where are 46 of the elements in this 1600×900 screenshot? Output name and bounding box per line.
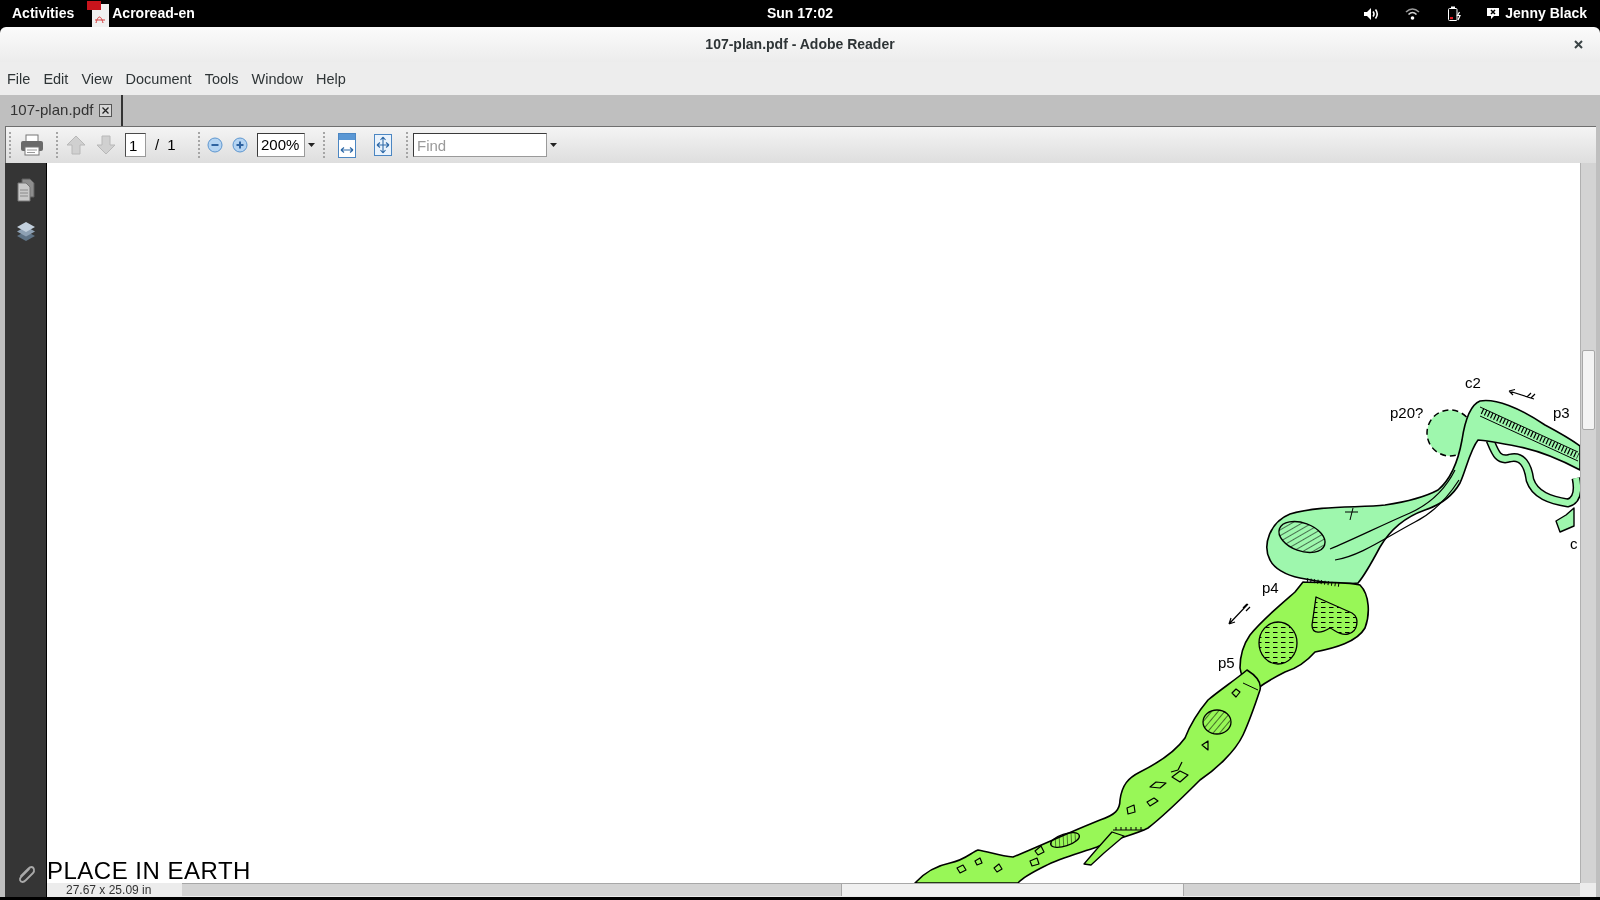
menu-item[interactable]: Help	[316, 68, 346, 89]
close-icon[interactable]	[99, 104, 113, 117]
scrollbar-thumb[interactable]	[1582, 350, 1595, 430]
volume-icon[interactable]	[1364, 7, 1381, 20]
pages-icon[interactable]	[16, 178, 35, 202]
activities-button[interactable]: Activities	[12, 3, 75, 24]
close-icon[interactable]	[1574, 40, 1583, 49]
map-label: c2	[1465, 374, 1481, 391]
arrow-icon	[1228, 603, 1251, 625]
find-field[interactable]: Find	[413, 133, 547, 157]
map-label: p20?	[1390, 404, 1424, 421]
app-name[interactable]: Acroread-en	[112, 3, 195, 24]
fit-page-icon[interactable]	[374, 134, 392, 156]
layers-icon[interactable]	[15, 221, 36, 243]
clock[interactable]: Sun 17:02	[766, 3, 834, 24]
map-label: p3	[1553, 404, 1570, 421]
menu-item[interactable]: Document	[125, 68, 192, 89]
document-heading: PLACE IN EARTH	[47, 859, 251, 883]
page-count-label: / 1	[155, 134, 177, 155]
dropdown-caret-icon[interactable]	[550, 143, 557, 147]
map-label: p5	[1218, 654, 1235, 671]
zoom-in-icon[interactable]	[232, 137, 248, 153]
page-number-field[interactable]: 1	[125, 133, 146, 157]
vertical-scrollbar[interactable]	[1580, 163, 1596, 883]
user-menu[interactable]: Jenny Black	[1505, 3, 1587, 24]
zoom-out-icon[interactable]	[207, 137, 223, 153]
page-size-label: 27.67 x 25.09 in	[65, 883, 153, 897]
wifi-icon[interactable]	[1405, 7, 1421, 20]
menu-item[interactable]: View	[81, 68, 113, 89]
menu-item[interactable]: Tools	[204, 68, 239, 89]
horizontal-scrollbar[interactable]	[182, 883, 1580, 896]
print-icon[interactable]	[20, 134, 44, 156]
battery-icon[interactable]	[1447, 6, 1462, 21]
menu-item[interactable]: Edit	[43, 68, 69, 89]
menu-item[interactable]: File	[7, 68, 31, 89]
map-label: c	[1570, 535, 1578, 552]
map-label: p4	[1262, 579, 1279, 596]
message-bubble-icon[interactable]	[1486, 7, 1501, 20]
dropdown-caret-icon[interactable]	[308, 143, 315, 147]
window-title: 107-plan.pdf - Adobe Reader	[705, 35, 895, 54]
scrollbar-thumb[interactable]	[841, 884, 1184, 896]
document-icon	[87, 0, 110, 27]
menu-item[interactable]: Window	[251, 68, 304, 89]
arrow-icon	[1508, 388, 1536, 400]
fit-width-icon[interactable]	[338, 132, 356, 158]
zoom-level-field[interactable]: 200%	[257, 133, 305, 157]
